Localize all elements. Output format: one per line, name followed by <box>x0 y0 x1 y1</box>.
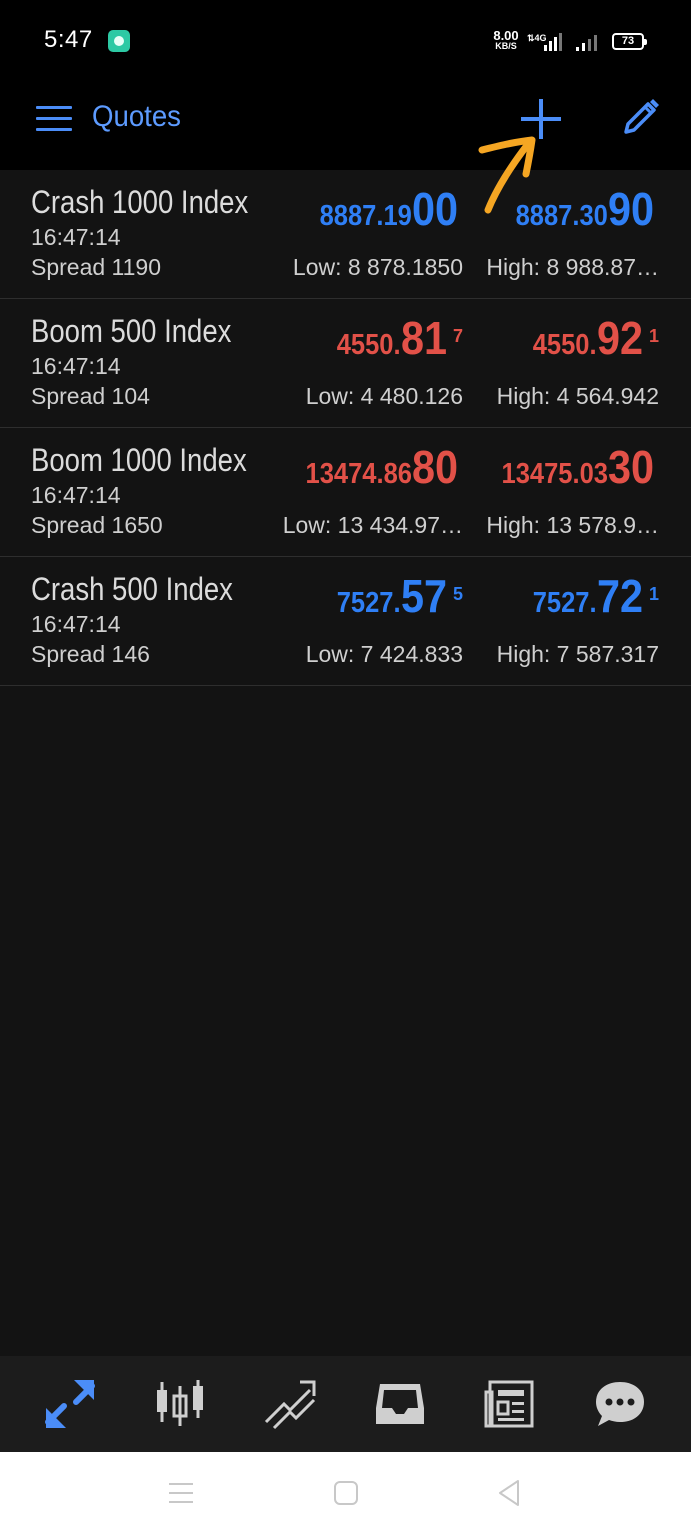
page-title: Quotes <box>92 100 181 133</box>
ask-price: 4550.92 1 <box>532 312 659 364</box>
back-icon[interactable] <box>494 1478 524 1508</box>
quote-row-boom-1000[interactable]: Boom 1000 Index 16:47:14 Spread 1650 134… <box>0 428 691 557</box>
high-price: High: 13 578.9… <box>486 512 659 538</box>
chart-nav-icon[interactable] <box>154 1378 206 1430</box>
app-bar: Quotes <box>0 82 691 170</box>
quote-row-boom-500[interactable]: Boom 500 Index 16:47:14 Spread 104 4550.… <box>0 299 691 428</box>
bid-price: 4550.81 7 <box>336 312 463 364</box>
quote-row-crash-500[interactable]: Crash 500 Index 16:47:14 Spread 146 7527… <box>0 557 691 686</box>
symbol-name: Crash 1000 Index <box>31 184 249 220</box>
hamburger-menu-icon[interactable] <box>36 106 72 132</box>
spread-value: Spread 104 <box>31 383 150 409</box>
spread-value: Spread 1650 <box>31 512 163 538</box>
quotes-list: Crash 1000 Index 16:47:14 Spread 1190 88… <box>0 170 691 686</box>
recent-apps-icon[interactable] <box>166 1478 196 1508</box>
ask-price: 8887.3090 <box>515 183 654 235</box>
network-speed: 8.00 KB/S <box>493 28 519 51</box>
symbol-name: Boom 1000 Index <box>31 442 247 478</box>
bid-price: 13474.8680 <box>305 441 458 493</box>
low-price: Low: 8 878.1850 <box>292 254 463 280</box>
low-price: Low: 7 424.833 <box>305 641 463 667</box>
status-time: 5:47 <box>44 26 93 53</box>
high-price: High: 7 587.317 <box>496 641 659 667</box>
ask-price: 7527.72 1 <box>532 570 659 622</box>
svg-text:⇅4G: ⇅4G <box>527 33 547 43</box>
system-navigation-bar <box>0 1452 691 1536</box>
quote-time: 16:47:14 <box>31 482 121 508</box>
signal-4g-icon: ⇅4G <box>527 33 562 51</box>
quote-time: 16:47:14 <box>31 224 121 250</box>
trade-nav-icon[interactable] <box>264 1378 316 1430</box>
signal-sim2-icon <box>576 35 597 51</box>
high-price: High: 4 564.942 <box>496 383 659 409</box>
quotes-nav-icon[interactable] <box>44 1378 96 1430</box>
spread-value: Spread 1190 <box>31 254 162 280</box>
ask-price: 13475.0330 <box>501 441 654 493</box>
high-price: High: 8 988.87… <box>486 254 659 280</box>
quote-row-crash-1000[interactable]: Crash 1000 Index 16:47:14 Spread 1190 88… <box>0 170 691 299</box>
pencil-icon[interactable] <box>620 96 662 138</box>
bottom-navigation <box>0 1356 691 1452</box>
status-bar: 5:47 8.00 KB/S ⇅4G 73 <box>0 0 691 82</box>
low-price: Low: 4 480.126 <box>305 383 463 409</box>
news-nav-icon[interactable] <box>484 1378 536 1430</box>
bid-price: 8887.1900 <box>319 183 458 235</box>
low-price: Low: 13 434.97… <box>282 512 463 538</box>
symbol-name: Crash 500 Index <box>31 571 233 607</box>
history-nav-icon[interactable] <box>374 1378 426 1430</box>
app-notification-icon <box>108 30 130 52</box>
spread-value: Spread 146 <box>31 641 150 667</box>
symbol-name: Boom 500 Index <box>31 313 232 349</box>
quote-time: 16:47:14 <box>31 611 121 637</box>
bid-price: 7527.57 5 <box>336 570 463 622</box>
quote-time: 16:47:14 <box>31 353 121 379</box>
home-icon[interactable] <box>331 1478 361 1508</box>
messages-nav-icon[interactable] <box>594 1378 646 1430</box>
battery-icon: 73 <box>612 33 647 50</box>
